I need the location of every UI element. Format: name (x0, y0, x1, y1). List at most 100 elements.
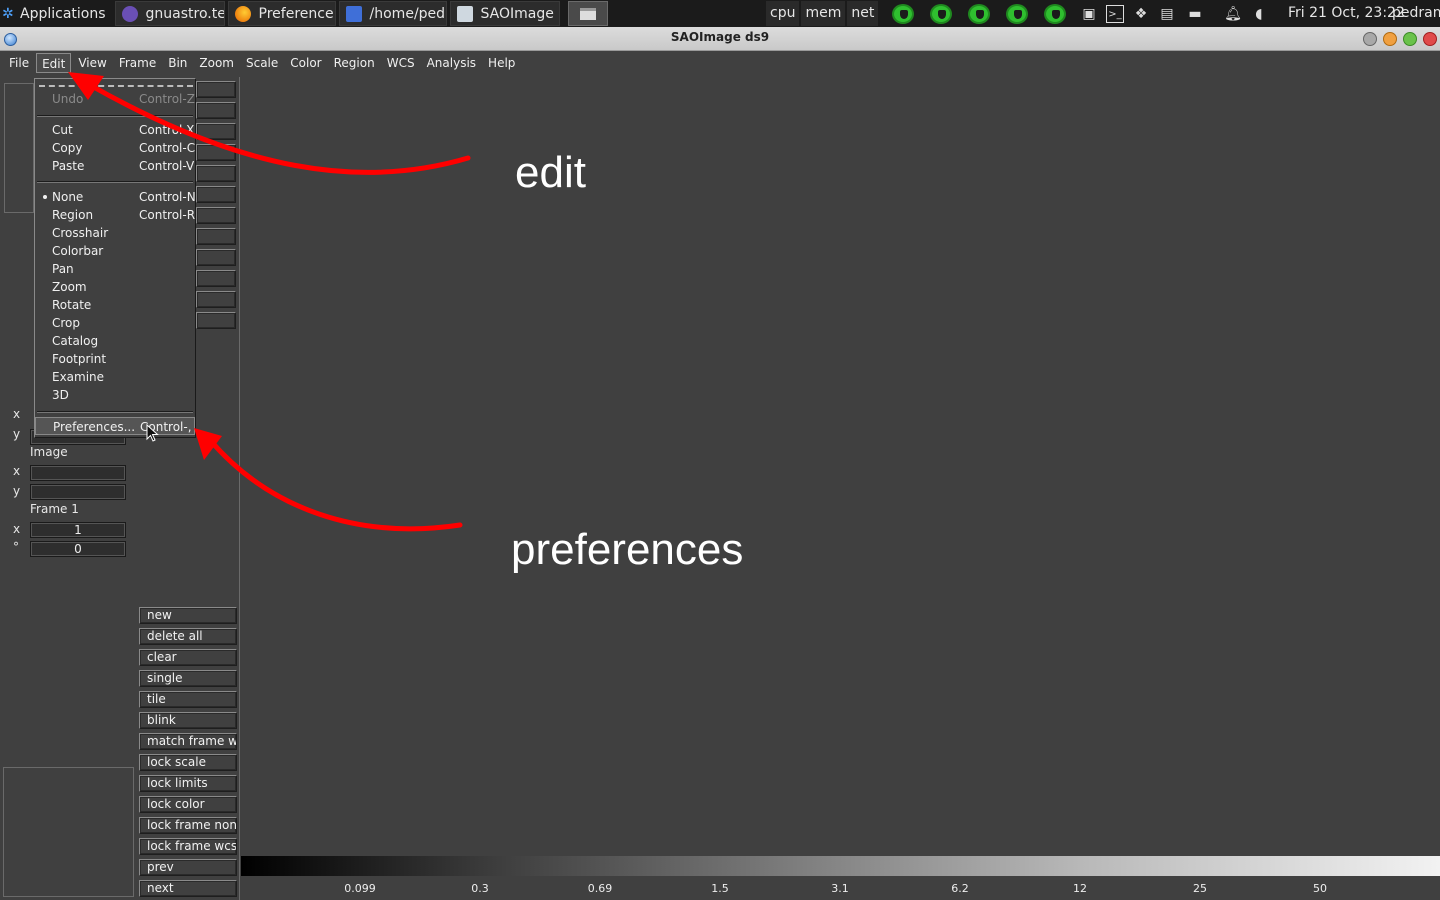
menu-item-label: Crop (52, 316, 81, 330)
menu-item-label: Pan (52, 262, 74, 276)
taskbar-item-home[interactable]: /home/ped... (338, 1, 447, 26)
hidden-button[interactable] (196, 270, 236, 287)
applications-menu[interactable]: ✲ Applications (0, 0, 112, 27)
menu-item-preferences[interactable]: Preferences... Control-, (35, 417, 195, 435)
taskbar-item-preferences[interactable]: Preference... (227, 1, 336, 26)
drive-icon[interactable]: ▬ (1184, 5, 1206, 23)
menu-item-mode-3d[interactable]: 3D (35, 386, 195, 404)
colorbar[interactable] (241, 856, 1440, 876)
menu-item-mode-zoom[interactable]: Zoom (35, 278, 195, 296)
image-canvas[interactable] (240, 77, 1440, 855)
clipboard-icon[interactable]: ▤ (1158, 5, 1176, 23)
menu-item-mode-crop[interactable]: Crop (35, 314, 195, 332)
menu-help[interactable]: Help (483, 53, 520, 73)
hidden-button[interactable] (196, 228, 236, 245)
menubar: File Edit View Frame Bin Zoom Scale Colo… (0, 51, 1440, 75)
notification-bell-icon[interactable]: 🔔︎ (1224, 5, 1242, 23)
menu-scale[interactable]: Scale (241, 53, 283, 73)
menu-item-copy[interactable]: Copy Control-C (35, 139, 195, 157)
annotation-preferences: preferences (511, 525, 744, 574)
minimize-button[interactable] (1383, 32, 1397, 46)
mem-monitor[interactable]: mem (801, 1, 846, 26)
maximize-button[interactable] (1403, 32, 1417, 46)
hidden-button[interactable] (196, 144, 236, 161)
gauge-icon[interactable] (966, 3, 992, 25)
menu-item-mode-none[interactable]: None Control-N (35, 188, 196, 206)
menu-wcs[interactable]: WCS (382, 53, 420, 73)
colorbar-tick: 25 (1193, 882, 1207, 895)
net-monitor[interactable]: net (847, 1, 879, 26)
taskbar-item-saoimage[interactable]: SAOImage ... (449, 1, 560, 26)
menu-zoom[interactable]: Zoom (194, 53, 239, 73)
clock[interactable]: Fri 21 Oct, 23:22 (1288, 0, 1405, 27)
menu-item-cut[interactable]: Cut Control-X (35, 121, 195, 139)
frame-new-button[interactable]: new (139, 607, 237, 624)
frame-single-button[interactable]: single (139, 670, 237, 687)
window-titlebar[interactable]: SAOImage ds9 (0, 27, 1440, 51)
frame-clear-button[interactable]: clear (139, 649, 237, 666)
menu-separator (37, 115, 193, 117)
menu-analysis[interactable]: Analysis (422, 53, 481, 73)
gauge-icon[interactable] (928, 3, 954, 25)
gauge-icon[interactable] (890, 3, 916, 25)
panner[interactable] (4, 83, 34, 213)
hidden-button[interactable] (196, 186, 236, 203)
menu-color[interactable]: Color (285, 53, 326, 73)
monitor-icon[interactable]: ▣ (1080, 5, 1098, 23)
frame-delete-all-button[interactable]: delete all (139, 628, 237, 645)
menu-item-mode-pan[interactable]: Pan (35, 260, 195, 278)
system-monitor[interactable]: cpu mem net (766, 1, 880, 26)
lock-frame-wcs-button[interactable]: lock frame wcs (139, 838, 237, 855)
tearoff-line[interactable] (39, 85, 193, 87)
gauge-icon[interactable] (1042, 3, 1068, 25)
gauge-icon[interactable] (1004, 3, 1030, 25)
menu-edit[interactable]: Edit (36, 53, 72, 73)
lock-scale-button[interactable]: lock scale (139, 754, 237, 771)
window-icon (579, 7, 596, 20)
menu-region[interactable]: Region (329, 53, 380, 73)
taskbar-label: Preference... (258, 5, 335, 22)
menu-item-label: Preferences... (53, 420, 136, 434)
match-frame-wcs-button[interactable]: match frame wc (139, 733, 237, 750)
menu-file[interactable]: File (4, 53, 34, 73)
taskbar-item-gnuastro[interactable]: gnuastro.te... (114, 1, 225, 26)
lock-color-button[interactable]: lock color (139, 796, 237, 813)
dropbox-icon[interactable]: ❖ (1132, 5, 1150, 23)
menu-view[interactable]: View (73, 53, 111, 73)
hidden-button[interactable] (196, 123, 236, 140)
menu-item-mode-catalog[interactable]: Catalog (35, 332, 195, 350)
menu-frame[interactable]: Frame (114, 53, 161, 73)
hidden-button[interactable] (196, 312, 236, 329)
menu-item-mode-rotate[interactable]: Rotate (35, 296, 195, 314)
emacs-icon (121, 5, 138, 22)
close-button[interactable] (1423, 32, 1437, 46)
hidden-button[interactable] (196, 249, 236, 266)
volume-icon[interactable]: ◖ (1250, 5, 1268, 23)
menu-item-undo[interactable]: Undo Control-Z (35, 90, 195, 108)
hidden-button[interactable] (196, 102, 236, 119)
hidden-button[interactable] (196, 165, 236, 182)
x-label: x (13, 407, 21, 421)
menu-item-mode-region[interactable]: Region Control-R (35, 206, 195, 224)
menu-item-mode-footprint[interactable]: Footprint (35, 350, 195, 368)
hidden-button[interactable] (196, 207, 236, 224)
menu-item-paste[interactable]: Paste Control-V (35, 157, 195, 175)
menu-item-accel: Control-V (139, 159, 195, 173)
frame-prev-button[interactable]: prev (139, 859, 237, 876)
user-menu[interactable]: pedram (1392, 0, 1440, 27)
terminal-icon[interactable]: >_ (1106, 4, 1124, 23)
menu-item-mode-crosshair[interactable]: Crosshair (35, 224, 195, 242)
menu-item-accel: Control-R (139, 208, 196, 222)
cpu-monitor[interactable]: cpu (766, 1, 800, 26)
hidden-button[interactable] (196, 291, 236, 308)
lock-limits-button[interactable]: lock limits (139, 775, 237, 792)
frame-blink-button[interactable]: blink (139, 712, 237, 729)
frame-tile-button[interactable]: tile (139, 691, 237, 708)
menu-item-mode-colorbar[interactable]: Colorbar (35, 242, 195, 260)
menu-item-mode-examine[interactable]: Examine (35, 368, 195, 386)
shade-button[interactable] (1363, 32, 1377, 46)
lock-frame-none-button[interactable]: lock frame none (139, 817, 237, 834)
menu-bin[interactable]: Bin (163, 53, 192, 73)
hidden-button[interactable] (196, 81, 236, 98)
taskbar-item-active-window[interactable] (567, 1, 608, 26)
